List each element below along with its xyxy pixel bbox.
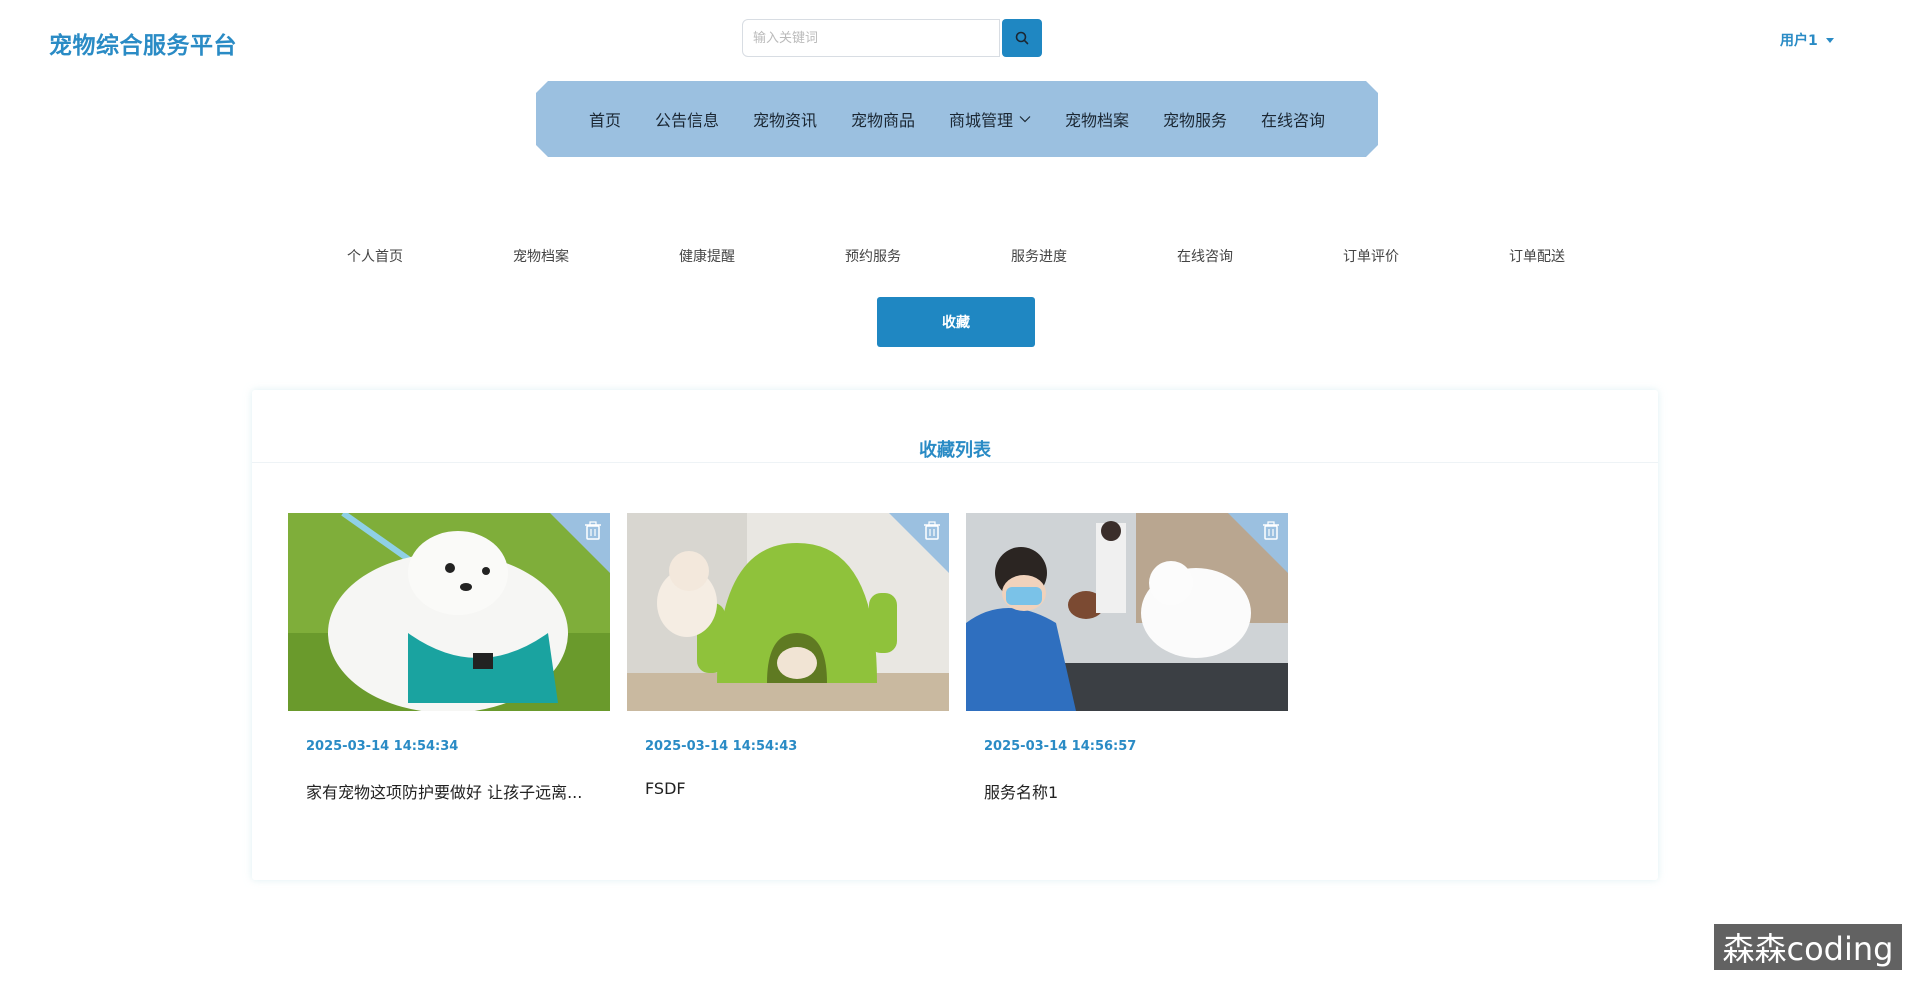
user-name: 用户1	[1780, 33, 1818, 49]
favorites-panel: 收藏列表 2025-03-14 14:54:34 家有宠物这项防护要做好 让孩子…	[252, 390, 1658, 880]
divider	[252, 462, 1658, 463]
subnav-item-service-progress[interactable]: 服务进度	[956, 246, 1122, 266]
site-logo[interactable]: 宠物综合服务平台	[49, 26, 237, 60]
search-icon	[1015, 31, 1029, 45]
subnav-item-online-consult[interactable]: 在线咨询	[1122, 246, 1288, 266]
favorite-card[interactable]: 2025-03-14 14:54:34 家有宠物这项防护要做好 让孩子远离...	[288, 513, 610, 813]
watermark: 森森coding	[1714, 924, 1902, 970]
card-date: 2025-03-14 14:54:34	[306, 739, 459, 754]
search-bar	[742, 19, 1042, 59]
card-image[interactable]	[288, 513, 610, 711]
card-image[interactable]	[966, 513, 1288, 711]
nav-item-online-consult[interactable]: 在线咨询	[1244, 107, 1342, 131]
trash-icon[interactable]	[584, 521, 602, 541]
card-title[interactable]: 家有宠物这项防护要做好 让孩子远离...	[306, 779, 596, 803]
nav-item-mall-management[interactable]: 商城管理	[932, 107, 1048, 131]
subnav-item-order-reviews[interactable]: 订单评价	[1288, 246, 1454, 266]
nav-item-announcements[interactable]: 公告信息	[638, 107, 736, 131]
nav-item-pet-services[interactable]: 宠物服务	[1146, 107, 1244, 131]
nav-item-pet-news[interactable]: 宠物资讯	[736, 107, 834, 131]
trash-icon[interactable]	[1262, 521, 1280, 541]
caret-down-icon	[1825, 37, 1834, 43]
card-image[interactable]	[627, 513, 949, 711]
favorite-card[interactable]: 2025-03-14 14:54:43 FSDF	[627, 513, 949, 813]
search-input[interactable]	[742, 19, 1000, 57]
user-center-nav: 个人首页 宠物档案 健康提醒 预约服务 服务进度 在线咨询 订单评价 订单配送	[292, 246, 1622, 266]
favorites-button[interactable]: 收藏	[877, 297, 1035, 347]
subnav-item-health-reminders[interactable]: 健康提醒	[624, 246, 790, 266]
card-date: 2025-03-14 14:54:43	[645, 739, 798, 754]
trash-icon[interactable]	[923, 521, 941, 541]
subnav-item-personal-home[interactable]: 个人首页	[292, 246, 458, 266]
subnav-item-pet-records[interactable]: 宠物档案	[458, 246, 624, 266]
card-title[interactable]: 服务名称1	[984, 779, 1274, 803]
nav-item-home[interactable]: 首页	[572, 107, 638, 131]
nav-item-pet-records[interactable]: 宠物档案	[1048, 107, 1146, 131]
nav-item-pet-products[interactable]: 宠物商品	[834, 107, 932, 131]
user-menu[interactable]: 用户1	[1780, 30, 1834, 50]
subnav-item-booking[interactable]: 预约服务	[790, 246, 956, 266]
card-title[interactable]: FSDF	[645, 779, 935, 798]
favorite-card[interactable]: 2025-03-14 14:56:57 服务名称1	[966, 513, 1288, 813]
panel-title: 收藏列表	[919, 440, 991, 461]
main-nav: 首页 公告信息 宠物资讯 宠物商品 商城管理 宠物档案 宠物服务 在线咨询	[536, 81, 1378, 157]
chevron-down-icon	[1019, 115, 1031, 123]
card-date: 2025-03-14 14:56:57	[984, 739, 1137, 754]
search-button[interactable]	[1002, 19, 1042, 57]
subnav-item-order-delivery[interactable]: 订单配送	[1454, 246, 1620, 266]
